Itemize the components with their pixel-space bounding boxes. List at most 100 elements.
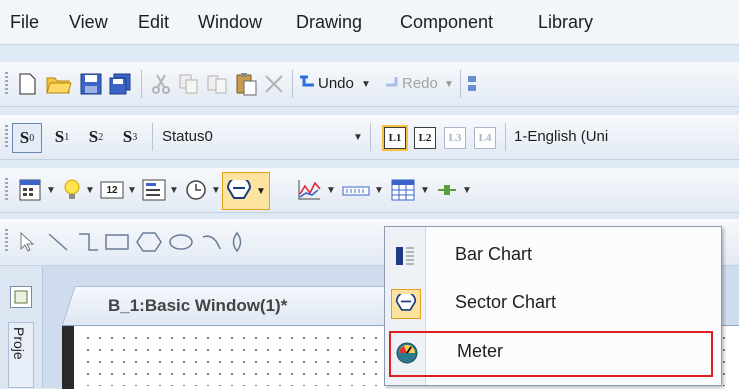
standard-toolbar: Undo ▼ Redo ▼	[0, 62, 739, 107]
text-display-icon[interactable]	[142, 178, 166, 202]
language-1-button[interactable]: L1	[384, 127, 406, 149]
keypad-dropdown-icon[interactable]: ▼	[46, 185, 56, 196]
clock-dropdown-icon[interactable]: ▼	[211, 185, 221, 196]
numeric-dropdown-icon[interactable]: ▼	[127, 185, 137, 196]
pointer-icon[interactable]	[16, 231, 38, 253]
sector-chart-icon	[227, 180, 252, 199]
undo-button[interactable]: Undo	[318, 75, 354, 92]
arc-tool-icon[interactable]	[200, 231, 224, 253]
toolbar-separator	[370, 123, 371, 151]
menu-item-label: Bar Chart	[455, 244, 533, 264]
trend-dropdown-icon[interactable]: ▼	[326, 185, 336, 196]
language-3-button[interactable]: L3	[444, 127, 466, 149]
open-folder-icon[interactable]	[46, 73, 72, 95]
redo-dropdown-icon[interactable]: ▼	[444, 79, 454, 90]
project-tab[interactable]: Proje	[8, 322, 34, 388]
polyline-tool-icon[interactable]	[76, 231, 100, 253]
delete-icon[interactable]	[263, 73, 285, 95]
menu-bar: File View Edit Window Drawing Component …	[0, 0, 739, 45]
chart-dropdown-menu: Bar Chart Sector Chart Meter	[384, 226, 722, 386]
menu-view[interactable]: View	[69, 12, 108, 33]
undo-dropdown-icon[interactable]: ▼	[361, 79, 371, 90]
toolbar-separator	[292, 70, 293, 98]
menu-item-label: Sector Chart	[455, 292, 557, 312]
toolbar-separator	[152, 123, 153, 151]
state-2-index: 2	[98, 131, 104, 143]
clock-icon[interactable]	[184, 178, 208, 202]
menu-library[interactable]: Library	[538, 12, 593, 33]
state-2-button[interactable]: S2	[82, 123, 110, 151]
duplicate-icon[interactable]	[206, 73, 228, 95]
chart-tool-button[interactable]: ▼	[222, 172, 270, 210]
state-1-button[interactable]: S1	[48, 123, 76, 151]
component-toolbar: ▼ ▼ 12 ▼ ▼ ▼ ▼ ▼ ▼ ▼ ▼	[0, 168, 739, 213]
menu-drawing[interactable]: Drawing	[296, 12, 362, 33]
line-tool-icon[interactable]	[46, 231, 70, 253]
toolbar-separator	[460, 70, 461, 98]
rectangle-tool-icon[interactable]	[104, 231, 130, 253]
paste-icon[interactable]	[234, 72, 258, 96]
language-select[interactable]: 1-English (Uni	[514, 128, 608, 145]
trend-chart-icon[interactable]	[296, 178, 322, 202]
pipe-valve-icon[interactable]	[436, 178, 458, 202]
redo-button[interactable]: Redo	[402, 75, 438, 92]
toolbar-separator	[141, 70, 142, 98]
menu-item-label: Meter	[457, 341, 504, 361]
state-0-button[interactable]: S0	[12, 123, 42, 153]
bar-chart-icon	[391, 241, 419, 269]
window-tab-label: B_1:Basic Window(1)*	[108, 296, 288, 315]
language-2-button[interactable]: L2	[414, 127, 436, 149]
chart-tool-dropdown-icon: ▼	[256, 185, 266, 197]
new-file-icon[interactable]	[16, 73, 38, 95]
state-3-letter: S	[122, 127, 133, 146]
keypad-window-icon[interactable]	[18, 178, 42, 202]
find-replace-icon[interactable]	[466, 73, 480, 95]
toolbar-grip[interactable]	[5, 72, 8, 96]
status-select[interactable]: Status0	[162, 128, 213, 145]
sector-tool-icon[interactable]	[228, 231, 246, 253]
menu-file[interactable]: File	[10, 12, 39, 33]
scale-dropdown-icon[interactable]: ▼	[374, 185, 384, 196]
cut-icon[interactable]	[150, 73, 172, 95]
table-dropdown-icon[interactable]: ▼	[420, 185, 430, 196]
save-icon[interactable]	[80, 73, 102, 95]
undo-icon[interactable]	[298, 73, 318, 95]
meter-icon	[393, 339, 421, 367]
text-display-dropdown-icon[interactable]: ▼	[169, 185, 179, 196]
project-panel: Proje	[0, 266, 43, 388]
pipe-dropdown-icon[interactable]: ▼	[462, 185, 472, 196]
table-icon[interactable]	[390, 178, 416, 202]
numeric-display-text: 12	[106, 184, 118, 196]
ellipse-tool-icon[interactable]	[168, 231, 194, 253]
lamp-icon[interactable]	[62, 178, 82, 202]
copy-icon[interactable]	[178, 73, 200, 95]
sector-chart-icon	[391, 289, 421, 319]
state-3-index: 3	[132, 131, 138, 143]
state-0-index: 0	[29, 132, 35, 144]
menu-component[interactable]: Component	[400, 12, 493, 33]
state-1-letter: S	[54, 127, 65, 146]
lamp-dropdown-icon[interactable]: ▼	[85, 185, 95, 196]
status-dropdown-icon[interactable]: ▼	[353, 132, 363, 143]
scale-icon[interactable]	[342, 178, 370, 202]
menu-item-meter[interactable]: Meter	[389, 331, 713, 377]
menu-edit[interactable]: Edit	[138, 12, 169, 33]
save-all-icon[interactable]	[108, 73, 132, 95]
state-3-button[interactable]: S3	[116, 123, 144, 151]
toolbar-grip[interactable]	[5, 125, 8, 149]
toolbar-grip[interactable]	[5, 229, 8, 253]
menu-window[interactable]: Window	[198, 12, 262, 33]
redo-icon[interactable]	[384, 73, 402, 95]
project-panel-icon[interactable]	[10, 286, 32, 308]
toolbar-grip[interactable]	[5, 178, 8, 202]
menu-item-sector-chart[interactable]: Sector Chart	[385, 281, 721, 327]
numeric-display-icon[interactable]: 12	[100, 178, 124, 202]
state-0-letter: S	[19, 128, 30, 147]
toolbar-separator	[505, 123, 506, 151]
status-toolbar: S0 S1 S2 S3 Status0 ▼ L1 L2 L3 L4 1-Engl…	[0, 115, 739, 160]
state-1-index: 1	[64, 131, 70, 143]
menu-item-bar-chart[interactable]: Bar Chart	[385, 233, 721, 279]
canvas-ruler	[62, 326, 74, 389]
language-4-button[interactable]: L4	[474, 127, 496, 149]
polygon-tool-icon[interactable]	[136, 231, 162, 253]
